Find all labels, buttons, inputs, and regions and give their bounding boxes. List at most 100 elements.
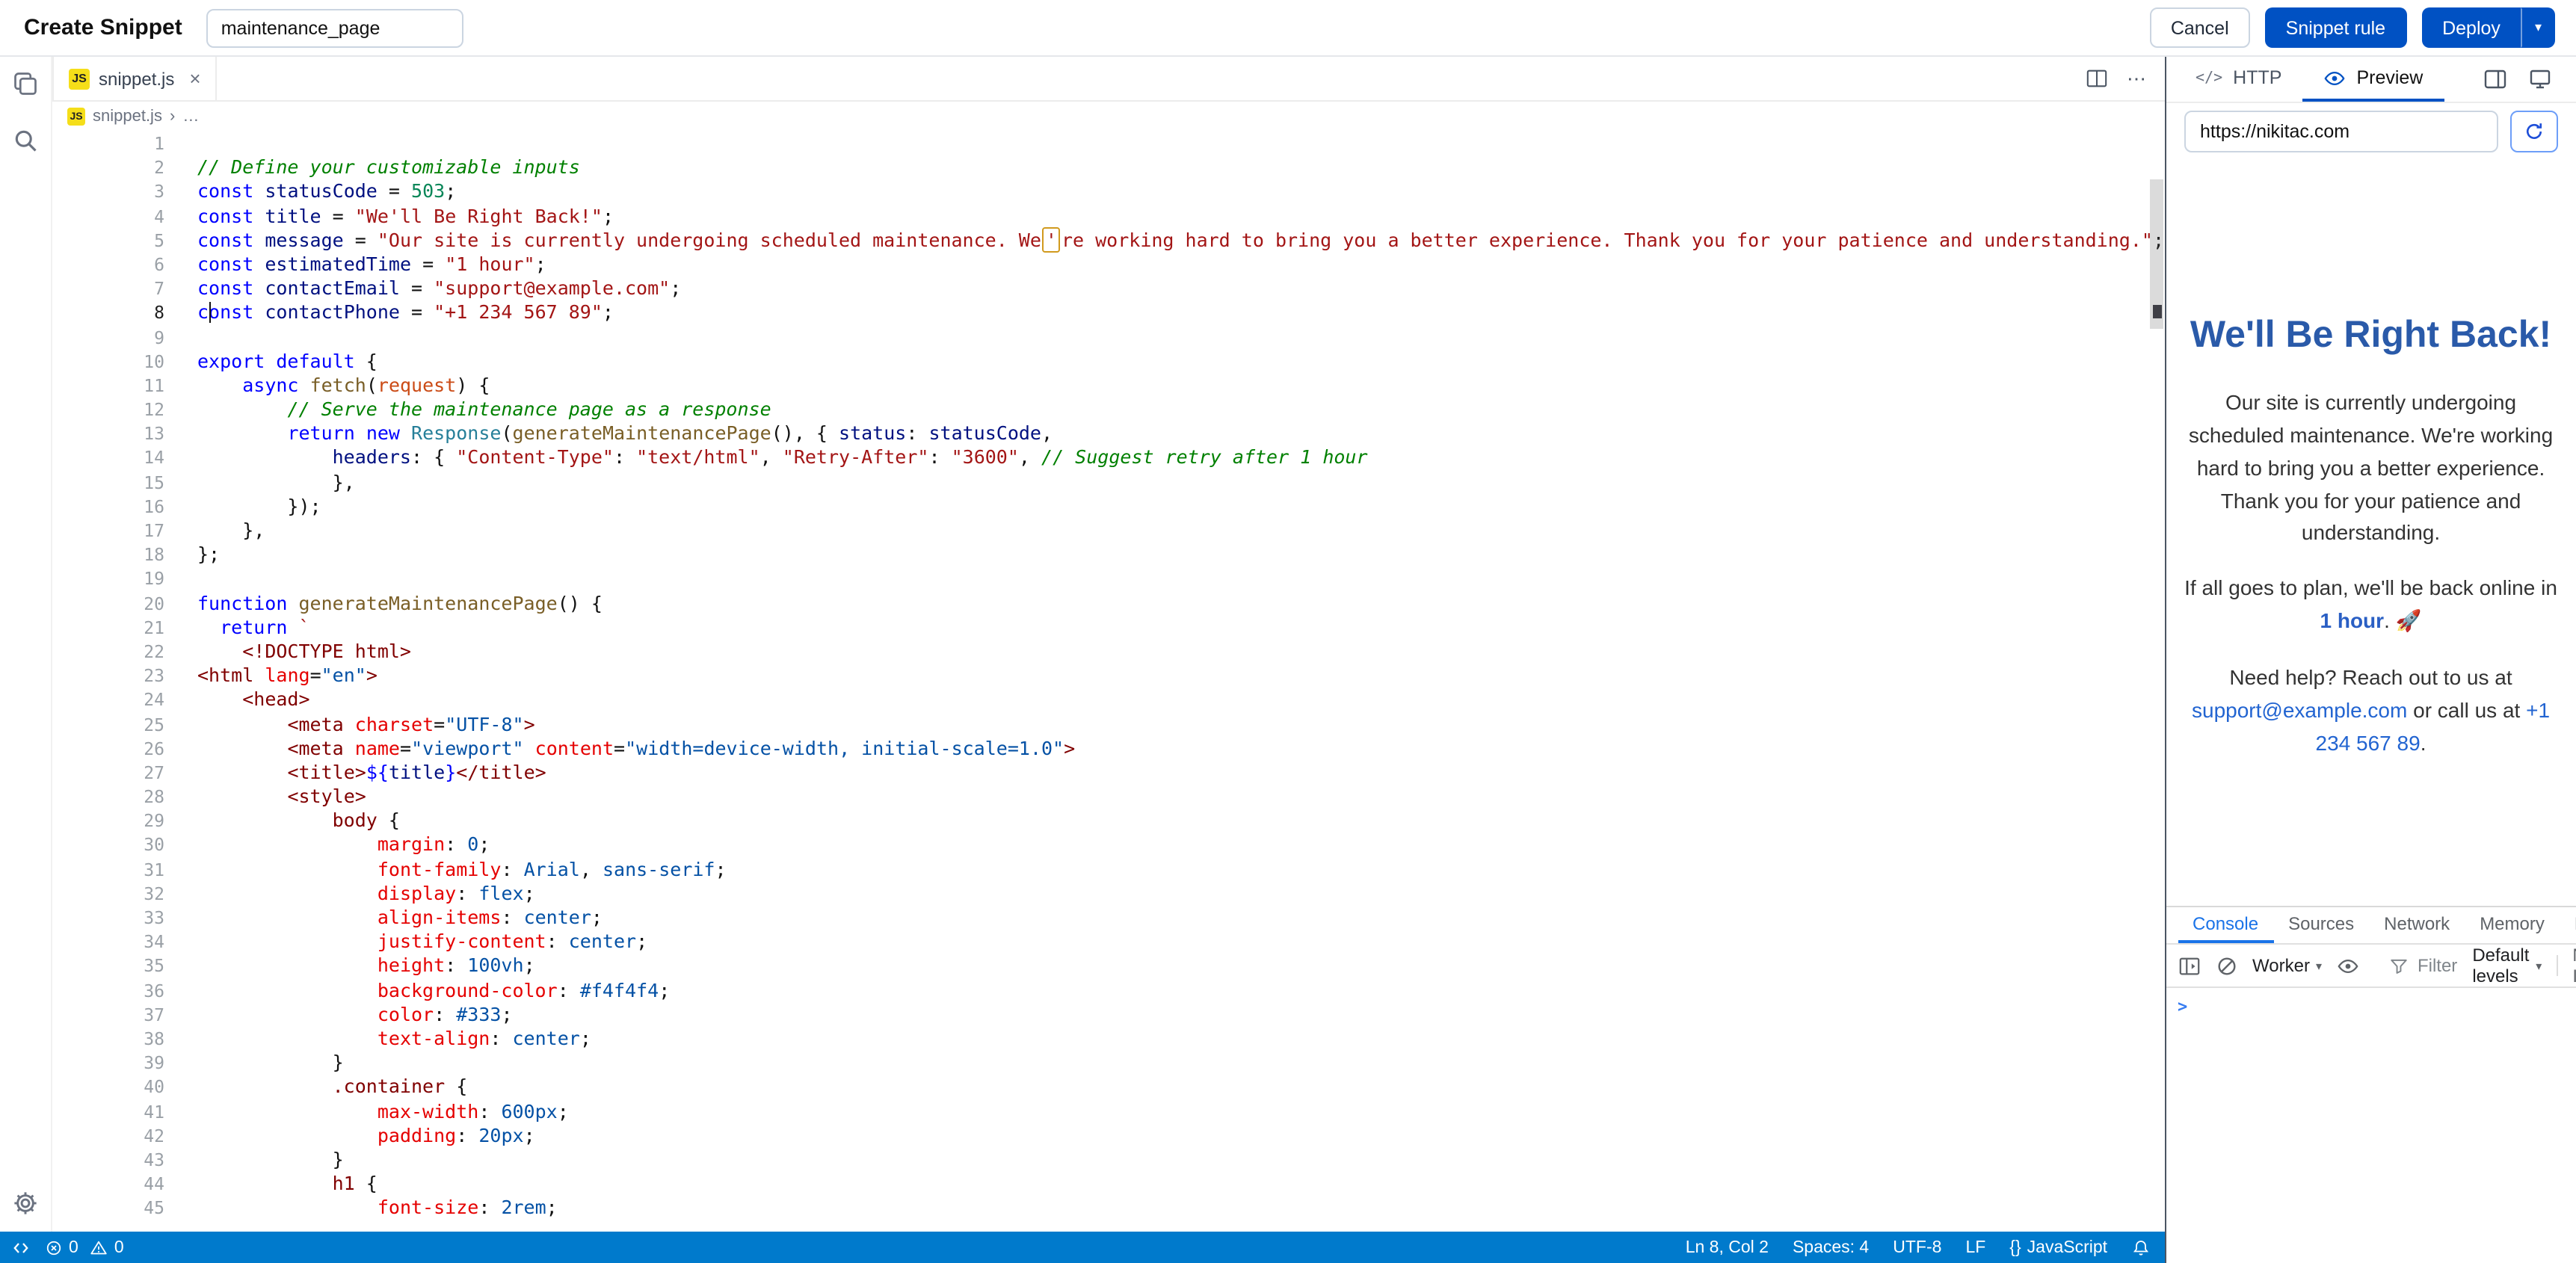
code-line-29[interactable]: body {: [197, 809, 2164, 833]
deploy-button[interactable]: Deploy: [2421, 7, 2521, 48]
line-number[interactable]: 1: [52, 132, 164, 155]
devtools-tab-memory[interactable]: Memory: [2465, 907, 2560, 943]
close-tab-icon[interactable]: ×: [189, 67, 200, 90]
line-number[interactable]: 41: [52, 1099, 164, 1123]
line-number[interactable]: 34: [52, 930, 164, 954]
devtools-tab-network[interactable]: Network: [2369, 907, 2465, 943]
line-number[interactable]: 9: [52, 325, 164, 349]
line-number[interactable]: 14: [52, 446, 164, 470]
code-line-31[interactable]: font-family: Arial, sans-serif;: [197, 857, 2164, 881]
device-toolbar-icon[interactable]: [2528, 67, 2552, 91]
refresh-button[interactable]: [2510, 111, 2558, 152]
line-number[interactable]: 5: [52, 229, 164, 253]
live-expression-eye-icon[interactable]: [2337, 954, 2359, 977]
line-number[interactable]: 8: [52, 301, 164, 325]
devtools-tab-sources[interactable]: Sources: [2273, 907, 2369, 943]
console-sidebar-icon[interactable]: [2178, 954, 2200, 977]
line-number[interactable]: 32: [52, 882, 164, 906]
line-number[interactable]: 38: [52, 1027, 164, 1051]
devtools-tab-console[interactable]: Console: [2178, 907, 2273, 943]
line-number[interactable]: 39: [52, 1051, 164, 1075]
context-selector[interactable]: Worker ▾: [2252, 955, 2322, 976]
preview-url-input[interactable]: [2184, 111, 2498, 152]
code-line-41[interactable]: max-width: 600px;: [197, 1099, 2164, 1123]
eol-setting[interactable]: LF: [1965, 1238, 1985, 1256]
code-line-1[interactable]: [197, 132, 2164, 155]
line-number[interactable]: 44: [52, 1172, 164, 1196]
console-prompt[interactable]: >: [2166, 988, 2576, 1025]
line-number[interactable]: 4: [52, 204, 164, 228]
line-number[interactable]: 13: [52, 422, 164, 446]
tab-preview[interactable]: Preview: [2302, 57, 2444, 102]
snippet-rule-button[interactable]: Snippet rule: [2265, 7, 2406, 48]
line-number[interactable]: 24: [52, 688, 164, 712]
line-number[interactable]: 27: [52, 761, 164, 785]
split-editor-icon[interactable]: [2085, 67, 2107, 90]
line-number[interactable]: 43: [52, 1148, 164, 1172]
cancel-button[interactable]: Cancel: [2150, 7, 2250, 48]
code-line-33[interactable]: align-items: center;: [197, 906, 2164, 930]
code-line-7[interactable]: const contactEmail = "support@example.co…: [197, 277, 2164, 300]
files-icon[interactable]: [12, 70, 39, 97]
line-number[interactable]: 22: [52, 640, 164, 664]
snippet-name-input[interactable]: [206, 8, 463, 47]
clear-console-icon[interactable]: [2215, 954, 2237, 977]
code-line-11[interactable]: async fetch(request) {: [197, 374, 2164, 398]
issues-status[interactable]: No Issues: [2572, 945, 2576, 986]
code-line-19[interactable]: [197, 567, 2164, 591]
encoding-setting[interactable]: UTF-8: [1893, 1238, 1941, 1256]
line-number[interactable]: 21: [52, 616, 164, 640]
code-line-45[interactable]: font-size: 2rem;: [197, 1196, 2164, 1220]
code-line-3[interactable]: const statusCode = 503;: [197, 180, 2164, 204]
line-number[interactable]: 25: [52, 712, 164, 736]
line-number[interactable]: 20: [52, 591, 164, 615]
line-number[interactable]: 28: [52, 785, 164, 809]
tab-snippet-js[interactable]: JS snippet.js ×: [52, 57, 218, 100]
split-view-icon[interactable]: [2483, 67, 2507, 91]
code-line-24[interactable]: <head>: [197, 688, 2164, 712]
line-numbers[interactable]: 1234567891011121314151617181920212223242…: [52, 132, 164, 1232]
more-actions-icon[interactable]: ⋯: [2127, 69, 2146, 88]
search-icon[interactable]: [12, 127, 39, 154]
line-number[interactable]: 7: [52, 277, 164, 300]
line-number[interactable]: 10: [52, 349, 164, 373]
line-number[interactable]: 45: [52, 1196, 164, 1220]
devtools-tab-performance[interactable]: Performance: [2560, 907, 2576, 943]
code-line-36[interactable]: background-color: #f4f4f4;: [197, 978, 2164, 1002]
line-number[interactable]: 33: [52, 906, 164, 930]
code-line-18[interactable]: };: [197, 543, 2164, 566]
line-number[interactable]: 40: [52, 1075, 164, 1099]
bell-icon[interactable]: [2131, 1238, 2149, 1256]
cursor-position[interactable]: Ln 8, Col 2: [1686, 1238, 1769, 1256]
code-line-10[interactable]: export default {: [197, 349, 2164, 373]
code-line-21[interactable]: return `: [197, 616, 2164, 640]
line-number[interactable]: 19: [52, 567, 164, 591]
code-line-2[interactable]: // Define your customizable inputs: [197, 155, 2164, 179]
code-line-28[interactable]: <style>: [197, 785, 2164, 809]
code-line-32[interactable]: display: flex;: [197, 882, 2164, 906]
code-line-14[interactable]: headers: { "Content-Type": "text/html", …: [197, 446, 2164, 470]
console-output[interactable]: >: [2166, 988, 2576, 1263]
line-number[interactable]: 31: [52, 857, 164, 881]
code-line-4[interactable]: const title = "We'll Be Right Back!";: [197, 204, 2164, 228]
code-line-34[interactable]: justify-content: center;: [197, 930, 2164, 954]
line-number[interactable]: 18: [52, 543, 164, 566]
code-line-23[interactable]: <html lang="en">: [197, 664, 2164, 688]
support-email-link[interactable]: support@example.com: [2192, 698, 2407, 722]
code-line-43[interactable]: }: [197, 1148, 2164, 1172]
line-number[interactable]: 36: [52, 978, 164, 1002]
line-number[interactable]: 6: [52, 253, 164, 277]
code-line-17[interactable]: },: [197, 519, 2164, 543]
console-filter-input[interactable]: Filter: [2389, 955, 2457, 976]
line-number[interactable]: 15: [52, 470, 164, 494]
line-number[interactable]: 12: [52, 398, 164, 421]
language-mode[interactable]: {} JavaScript: [2009, 1238, 2107, 1256]
code-line-35[interactable]: height: 100vh;: [197, 954, 2164, 978]
code-line-25[interactable]: <meta charset="UTF-8">: [197, 712, 2164, 736]
code-line-9[interactable]: [197, 325, 2164, 349]
editor-scrollbar[interactable]: [2149, 135, 2163, 1229]
tab-http[interactable]: </> HTTP: [2175, 57, 2302, 102]
code-line-8[interactable]: const contactPhone = "+1 234 567 89";: [197, 301, 2164, 325]
code-line-40[interactable]: .container {: [197, 1075, 2164, 1099]
remote-icon[interactable]: [12, 1238, 30, 1256]
